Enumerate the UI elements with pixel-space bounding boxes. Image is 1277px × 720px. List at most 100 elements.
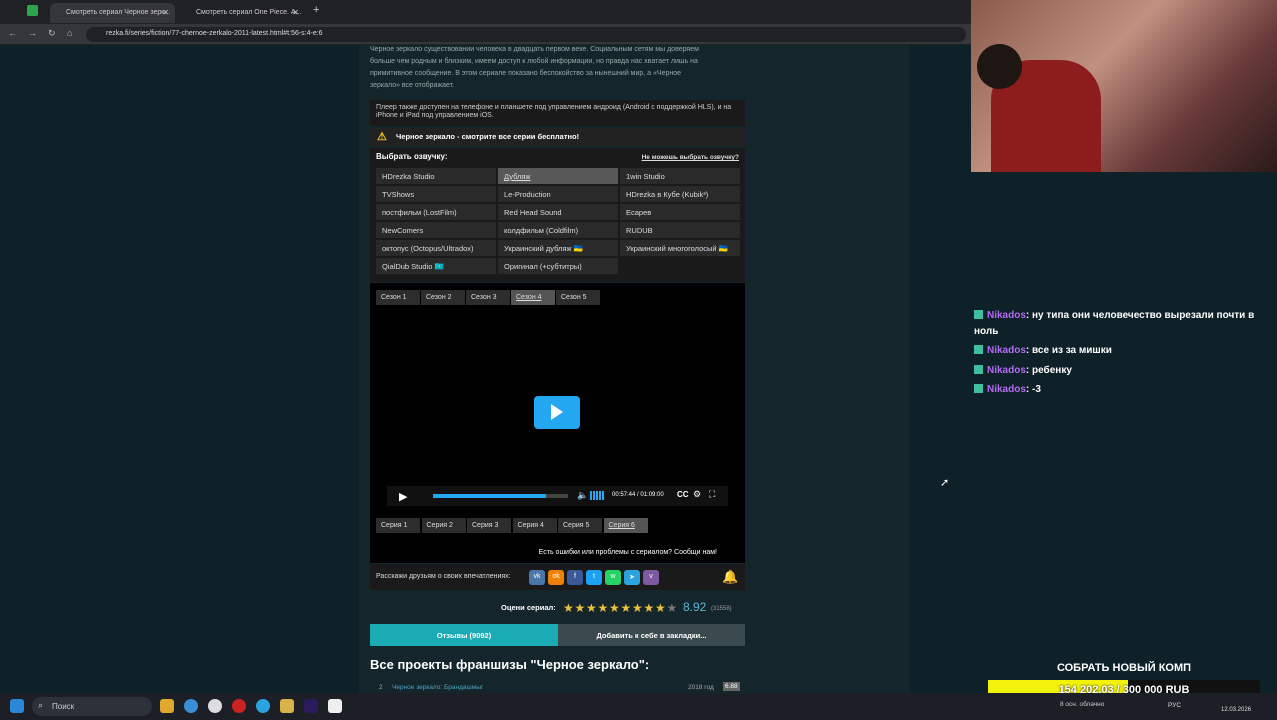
episode-tab[interactable]: Серия 5 [558, 518, 602, 533]
season-tab[interactable]: Сезон 1 [376, 290, 420, 305]
taskbar-search[interactable]: ⌕ Поиск [32, 697, 152, 716]
file-explorer-icon[interactable] [160, 699, 174, 713]
franchise-year: 2018 год [688, 684, 714, 691]
season-tab[interactable]: Сезон 4 [511, 290, 555, 305]
vk-icon[interactable]: vk [529, 570, 545, 585]
episode-tab[interactable]: Серия 4 [512, 518, 557, 533]
voice-option[interactable]: NewComers [376, 222, 496, 238]
home-icon[interactable]: ⌂ [67, 28, 72, 38]
star-icon[interactable]: ★ [586, 601, 597, 615]
voice-option[interactable]: HDrezka в Кубе (Kubik³) [620, 186, 740, 202]
star-icon[interactable]: ★ [632, 601, 643, 615]
rating-count: (31558) [711, 606, 732, 612]
chat-message: Nikados: -3 [974, 382, 1269, 398]
browser-tab-active[interactable]: Смотреть сериал Черное зерк... ✕ [50, 3, 175, 23]
player-note: Плеер также доступен на телефоне и планш… [370, 100, 745, 126]
chat-username[interactable]: Nikados [987, 384, 1026, 395]
star-icon[interactable]: ★ [609, 601, 620, 615]
cc-icon[interactable]: CC [677, 490, 689, 499]
back-icon[interactable]: ← [8, 28, 17, 38]
browser-tab[interactable]: Смотреть сериал One Piece. А... ✕ [180, 3, 305, 23]
voice-option[interactable]: HDrezka Studio [376, 168, 496, 184]
voice-option[interactable]: Украинский многоголосый 🇺🇦 [620, 240, 740, 256]
chat-username[interactable]: Nikados [987, 345, 1026, 356]
star-icon[interactable]: ★ [598, 601, 609, 615]
episode-tab[interactable]: Серия 2 [421, 518, 466, 533]
url-input[interactable]: rezka.fi/series/fiction/77-chernoe-zerka… [86, 27, 966, 42]
volume-icon[interactable]: 🔈 [577, 490, 588, 501]
chat-text: : все из за мишки [1025, 345, 1112, 356]
play-small-icon[interactable]: ▶ [399, 490, 407, 503]
voice-option[interactable]: QialDub Studio 🇰🇿 [376, 258, 496, 274]
chat-message: Nikados: все из за мишки [974, 343, 1269, 359]
windows-start-icon[interactable] [10, 699, 24, 713]
new-tab-button[interactable]: + [313, 4, 319, 16]
voice-option[interactable]: Le-Production [498, 186, 618, 202]
app-icon[interactable] [208, 699, 222, 713]
voice-option[interactable]: Дубляж [498, 168, 618, 184]
app-icon[interactable] [280, 699, 294, 713]
voice-option[interactable]: постфильм (LostFilm) [376, 204, 496, 220]
close-icon[interactable]: ✕ [292, 8, 299, 17]
star-icon[interactable]: ★ [563, 601, 574, 615]
reviews-button[interactable]: Отзывы (9092) [370, 624, 558, 646]
play-button[interactable] [534, 396, 580, 429]
reload-icon[interactable]: ↻ [48, 28, 56, 39]
clock-date[interactable]: 12.03.2026 [1221, 707, 1251, 713]
voice-help-link[interactable]: Не можешь выбрать озвучку? [642, 154, 739, 161]
voice-option[interactable]: TVShows [376, 186, 496, 202]
star-icon[interactable]: ★ [655, 601, 666, 615]
chat-message: Nikados: ну типа они человечество выреза… [974, 308, 1269, 340]
chat-username[interactable]: Nikados [987, 310, 1026, 321]
voice-option[interactable]: Украинский дубляж 🇺🇦 [498, 240, 618, 256]
season-tab[interactable]: Сезон 5 [556, 290, 600, 305]
ok-icon[interactable]: ok [548, 570, 564, 585]
telegram-icon[interactable]: ➤ [624, 570, 640, 585]
voice-option[interactable]: колдфильм (Coldfilm) [498, 222, 618, 238]
bookmark-button[interactable]: Добавить к себе в закладки... [558, 624, 745, 646]
gear-icon[interactable]: ⚙ [693, 489, 701, 500]
episode-tab[interactable]: Серия 6 [603, 518, 648, 533]
mouse-cursor-icon: ➚ [940, 477, 950, 489]
viber-icon[interactable]: v [643, 570, 659, 585]
volume-level[interactable] [590, 491, 605, 500]
forward-icon[interactable]: → [28, 28, 37, 38]
whatsapp-icon[interactable]: w [605, 570, 621, 585]
voice-option[interactable]: Ecapeв [620, 204, 740, 220]
star-icon[interactable]: ★ [575, 601, 586, 615]
bell-icon[interactable]: 🔔 [722, 569, 738, 585]
episode-tab[interactable]: Серия 1 [376, 518, 420, 533]
browser-icon[interactable] [184, 699, 198, 713]
star-icon[interactable]: ★ [667, 601, 678, 615]
voice-option[interactable]: октопус (Octopus/Ultradox) [376, 240, 496, 256]
fullscreen-icon[interactable]: ⛶ [709, 489, 715, 500]
browser-tab-bar: Смотреть сериал Черное зерк... ✕ Смотрет… [0, 0, 972, 24]
facebook-icon[interactable]: f [567, 570, 583, 585]
franchise-score: 6.88 [723, 682, 740, 691]
telegram-icon[interactable] [256, 699, 270, 713]
episode-tab[interactable]: Серия 3 [467, 518, 511, 533]
video-player[interactable]: Сезон 1 Сезон 2 Сезон 3 Сезон 4 Сезон 5 ▶ 🔈 … [370, 283, 745, 563]
voice-option[interactable]: 1win Studio [620, 168, 740, 184]
franchise-num: 2 [379, 684, 383, 691]
chat-username[interactable]: Nikados [987, 365, 1026, 376]
chat-badge-icon [974, 345, 983, 354]
voice-option[interactable]: Оригинал (+субтитры) [498, 258, 618, 274]
voice-option[interactable]: RUDUB [620, 222, 740, 238]
franchise-link[interactable]: Черное зеркало: Брандашмыг [392, 684, 483, 691]
chat-text: : -3 [1025, 384, 1041, 395]
progress-track[interactable] [433, 494, 568, 498]
report-link[interactable]: Есть ошибки или проблемы с сериалом? Соо… [539, 549, 717, 556]
twitter-icon[interactable]: t [586, 570, 602, 585]
star-icon[interactable]: ★ [644, 601, 655, 615]
franchise-item[interactable]: 2 Черное зеркало: Брандашмыг 2018 год 6.… [370, 682, 745, 693]
obs-icon[interactable] [328, 699, 342, 713]
language-indicator[interactable]: РУС [1168, 702, 1181, 709]
close-icon[interactable]: ✕ [162, 8, 169, 17]
voice-option[interactable]: Red Head Sound [498, 204, 618, 220]
star-icon[interactable]: ★ [621, 601, 632, 615]
app-icon[interactable] [232, 699, 246, 713]
season-tab[interactable]: Сезон 3 [466, 290, 510, 305]
season-tab[interactable]: Сезон 2 [421, 290, 465, 305]
premiere-icon[interactable] [304, 699, 318, 713]
